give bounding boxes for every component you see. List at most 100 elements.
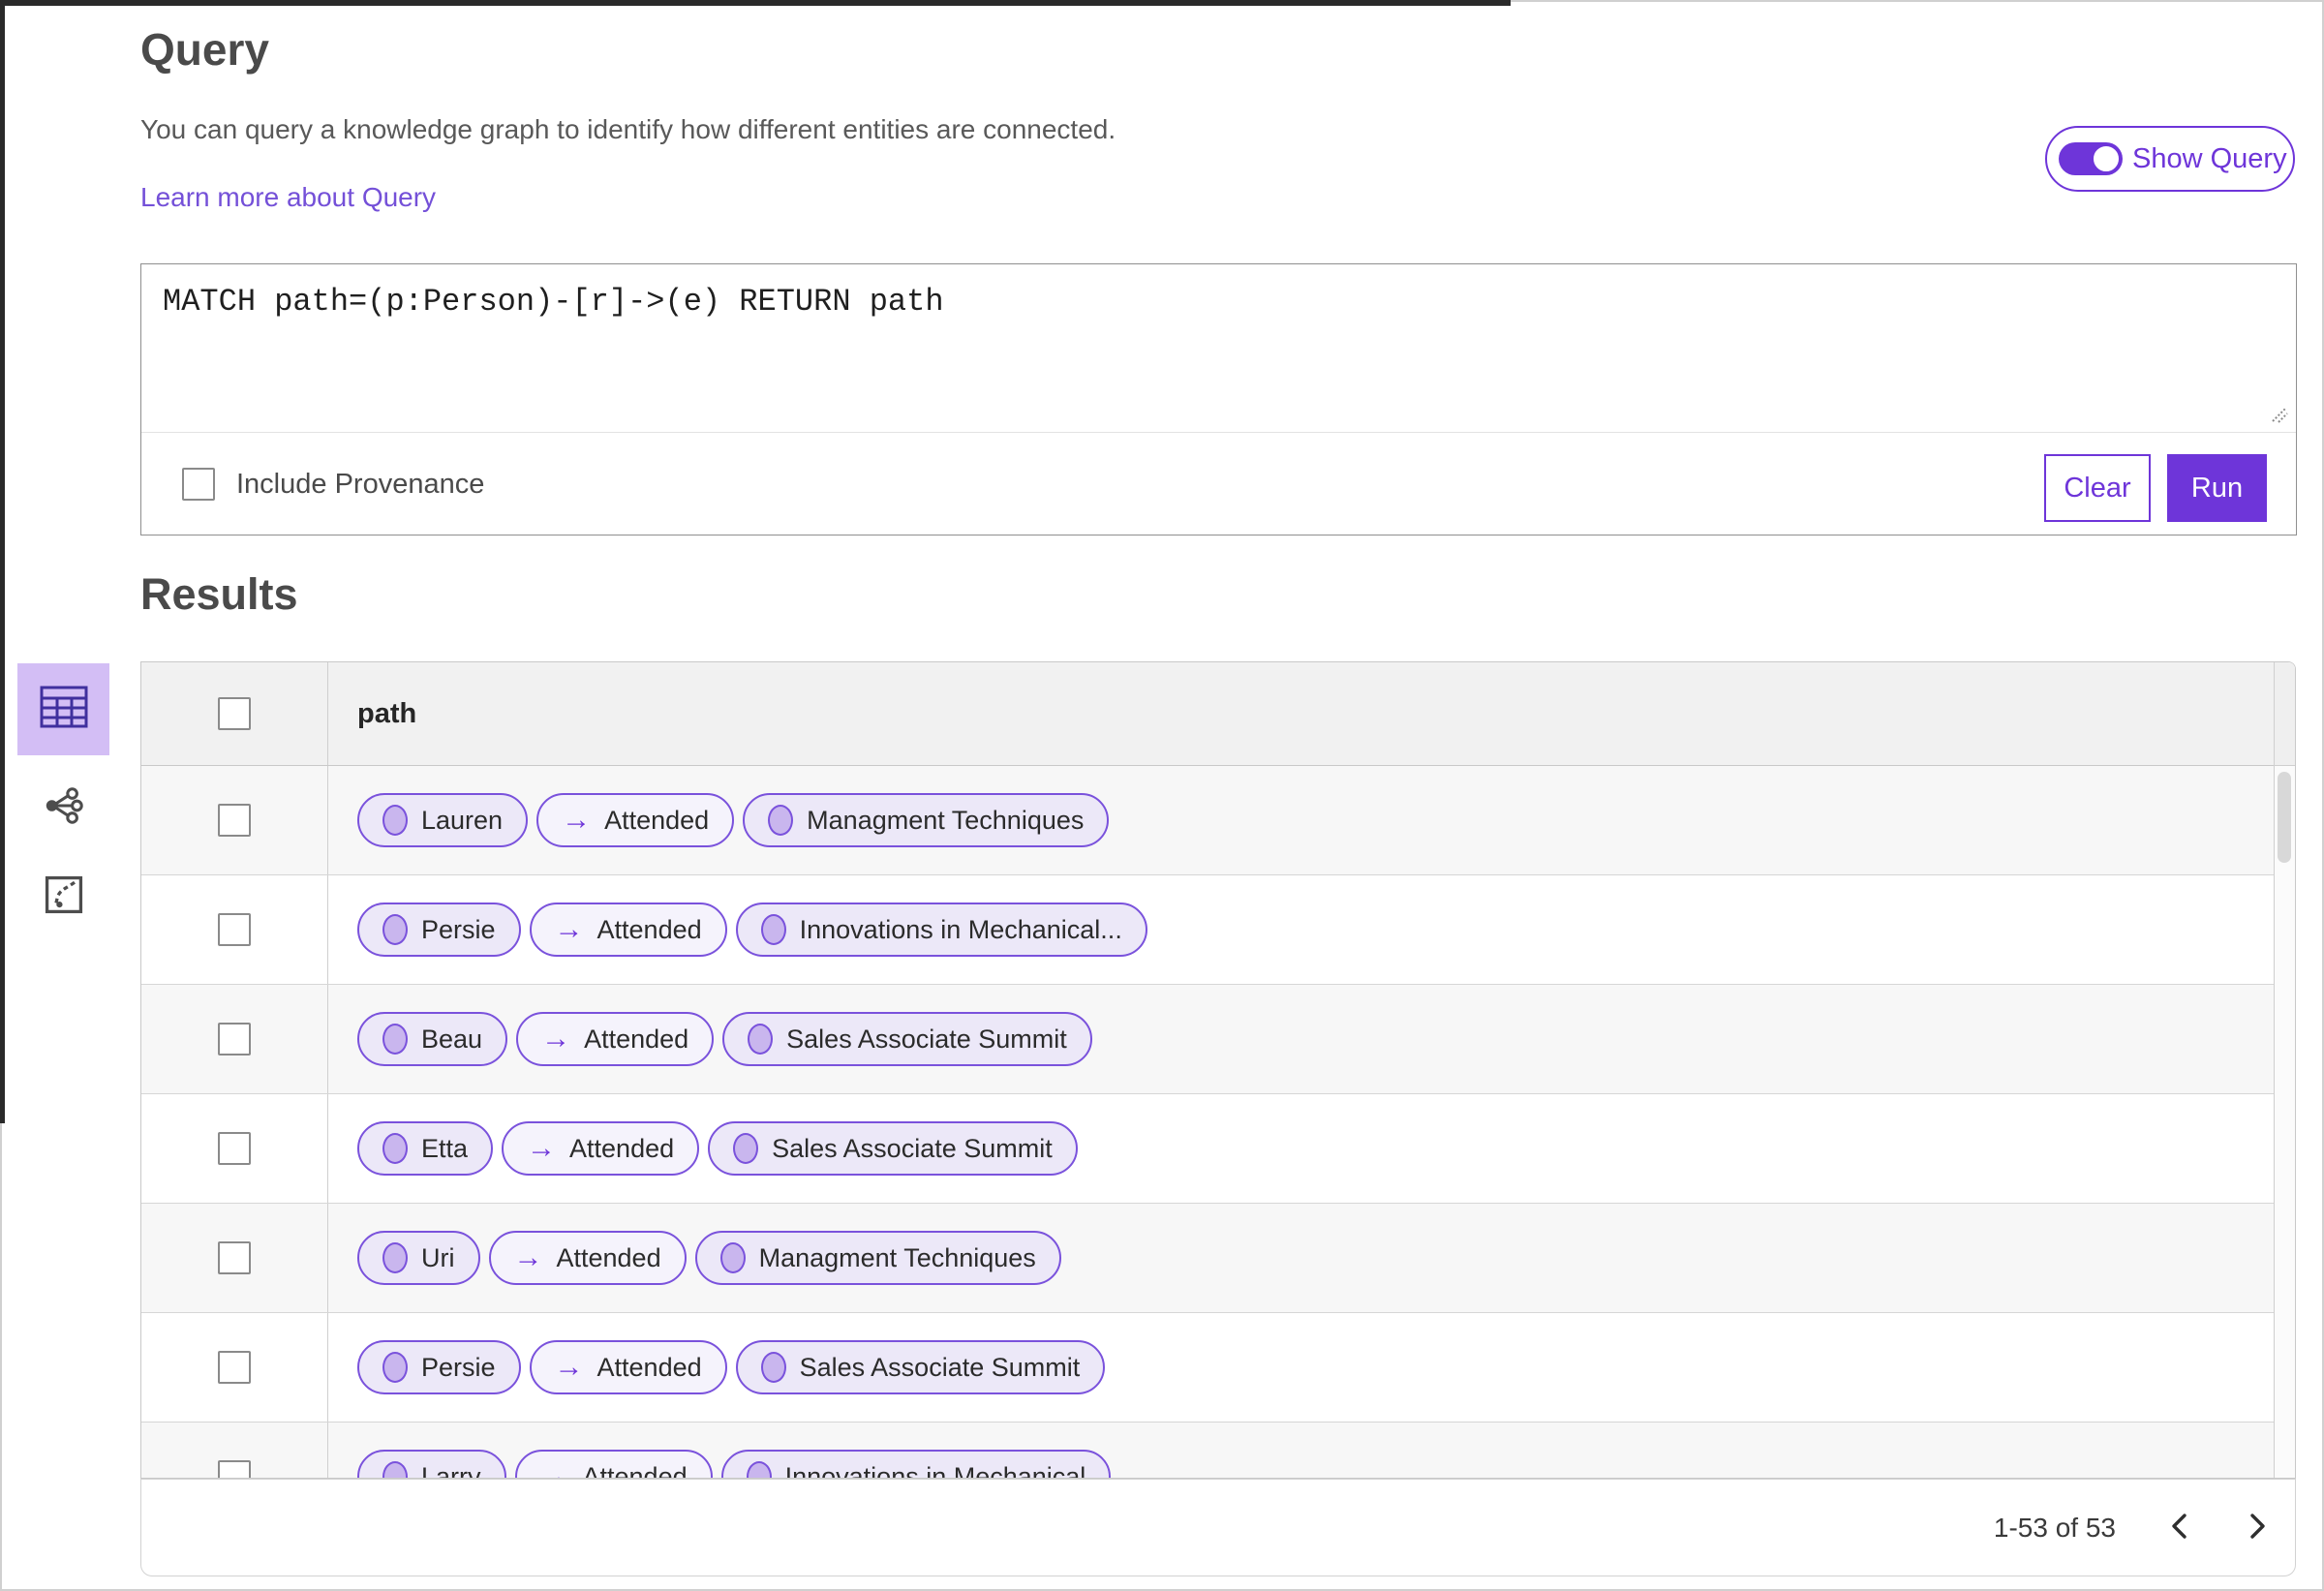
relation-pill[interactable]: → Attended: [529, 903, 727, 957]
learn-more-link[interactable]: Learn more about Query: [140, 182, 436, 213]
row-checkbox[interactable]: [218, 1132, 251, 1165]
arrow-right-icon: →: [527, 1132, 557, 1164]
row-checkbox[interactable]: [218, 804, 251, 837]
row-checkbox[interactable]: [218, 1460, 251, 1478]
entity-node-icon: [382, 1352, 408, 1383]
results-table: path Lauren → Attended Managment Techniq…: [140, 661, 2296, 1479]
table-row: Larry → Attended Innovations in Mechanic…: [141, 1423, 2295, 1479]
query-description: You can query a knowledge graph to ident…: [140, 114, 1116, 144]
show-query-label: Show Query: [2132, 142, 2287, 174]
results-title: Results: [140, 569, 298, 619]
include-provenance-checkbox[interactable]: [182, 468, 215, 501]
query-toolbar: Include Provenance Clear Run: [141, 433, 2296, 535]
screenshot-top-edge: [0, 0, 1511, 6]
entity-pill-target[interactable]: Sales Associate Summit: [722, 1012, 1092, 1066]
query-input[interactable]: MATCH path=(p:Person)-[r]->(e) RETURN pa…: [141, 264, 2296, 433]
relation-pill[interactable]: → Attended: [536, 793, 735, 847]
relation-pill[interactable]: → Attended: [502, 1121, 700, 1176]
relation-pill[interactable]: → Attended: [529, 1340, 727, 1394]
entity-node-icon: [382, 1133, 408, 1164]
entity-pill-target[interactable]: Managment Techniques: [743, 793, 1110, 847]
table-row: Beau → Attended Sales Associate Summit: [141, 985, 2295, 1094]
table-row: Persie → Attended Innovations in Mechani…: [141, 875, 2295, 985]
show-query-toggle[interactable]: Show Query: [2045, 126, 2295, 192]
entity-node-icon: [382, 805, 408, 836]
table-view-button[interactable]: [17, 663, 109, 755]
path-cell: Larry → Attended Innovations in Mechanic…: [357, 1450, 1112, 1479]
map-view-icon: [43, 873, 85, 921]
table-footer: 1-53 of 53: [140, 1479, 2296, 1576]
row-checkbox[interactable]: [218, 1023, 251, 1056]
path-cell: Persie → Attended Sales Associate Summit: [357, 1340, 1106, 1394]
relation-pill[interactable]: → Attended: [516, 1012, 715, 1066]
path-cell: Persie → Attended Innovations in Mechani…: [357, 903, 1147, 957]
scrollbar-header-cap: [2275, 662, 2295, 766]
entity-node-icon: [748, 1024, 774, 1055]
table-body: Lauren → Attended Managment Techniques P…: [141, 766, 2295, 1479]
toggle-switch-icon[interactable]: [2059, 142, 2123, 175]
entity-pill-target[interactable]: Innovations in Mechanical: [720, 1450, 1112, 1478]
resize-handle-icon[interactable]: [2269, 404, 2290, 430]
arrow-right-icon: →: [562, 804, 592, 836]
path-cell: Lauren → Attended Managment Techniques: [357, 793, 1110, 847]
table-scrollbar: [2274, 662, 2295, 1478]
clear-button[interactable]: Clear: [2044, 454, 2151, 522]
pagination-range: 1-53 of 53: [1993, 1512, 2116, 1543]
path-cell: Beau → Attended Sales Associate Summit: [357, 1012, 1092, 1066]
entity-pill-source[interactable]: Etta: [357, 1121, 494, 1176]
table-row: Uri → Attended Managment Techniques: [141, 1204, 2295, 1313]
entity-node-icon: [382, 1024, 408, 1055]
entity-node-icon: [768, 805, 794, 836]
page-title: Query: [140, 24, 269, 75]
row-checkbox[interactable]: [218, 913, 251, 946]
screenshot-left-edge: [0, 0, 5, 1123]
next-page-button[interactable]: [2235, 1505, 2279, 1549]
entity-pill-target[interactable]: Managment Techniques: [694, 1231, 1061, 1285]
map-view-button[interactable]: [39, 872, 89, 922]
entity-node-icon: [746, 1461, 772, 1478]
entity-node-icon: [382, 1461, 408, 1478]
relation-pill[interactable]: → Attended: [514, 1450, 713, 1479]
entity-pill-source[interactable]: Uri: [357, 1231, 480, 1285]
chevron-right-icon: [2245, 1512, 2270, 1544]
arrow-right-icon: →: [513, 1241, 543, 1273]
row-checkbox[interactable]: [218, 1351, 251, 1384]
entity-pill-source[interactable]: Persie: [357, 903, 521, 957]
previous-page-button[interactable]: [2157, 1505, 2202, 1549]
entity-node-icon: [719, 1242, 746, 1273]
include-provenance-label: Include Provenance: [236, 468, 485, 500]
select-all-checkbox[interactable]: [218, 697, 251, 730]
table-row: Lauren → Attended Managment Techniques: [141, 766, 2295, 875]
entity-node-icon: [760, 914, 786, 945]
entity-node-icon: [382, 914, 408, 945]
run-button[interactable]: Run: [2167, 454, 2267, 522]
path-cell: Etta → Attended Sales Associate Summit: [357, 1121, 1078, 1176]
query-panel: MATCH path=(p:Person)-[r]->(e) RETURN pa…: [140, 263, 2297, 535]
chevron-left-icon: [2167, 1512, 2192, 1544]
table-row: Persie → Attended Sales Associate Summit: [141, 1313, 2295, 1423]
row-checkbox[interactable]: [218, 1241, 251, 1274]
arrow-right-icon: →: [541, 1023, 571, 1055]
entity-node-icon: [382, 1242, 408, 1273]
entity-pill-target[interactable]: Sales Associate Summit: [708, 1121, 1078, 1176]
arrow-right-icon: →: [539, 1460, 569, 1479]
entity-pill-source[interactable]: Beau: [357, 1012, 508, 1066]
arrow-right-icon: →: [554, 1351, 584, 1383]
table-header-row: path: [141, 662, 2295, 766]
entity-pill-source[interactable]: Lauren: [357, 793, 529, 847]
scrollbar-thumb[interactable]: [2278, 772, 2291, 863]
arrow-right-icon: →: [554, 913, 584, 945]
entity-pill-source[interactable]: Larry: [357, 1450, 506, 1478]
graph-view-icon: [42, 783, 86, 833]
entity-pill-target[interactable]: Sales Associate Summit: [735, 1340, 1106, 1394]
path-cell: Uri → Attended Managment Techniques: [357, 1231, 1061, 1285]
graph-view-button[interactable]: [39, 782, 89, 833]
relation-pill[interactable]: → Attended: [488, 1231, 687, 1285]
column-header-path: path: [357, 697, 417, 729]
entity-node-icon: [760, 1352, 786, 1383]
table-view-icon: [40, 686, 88, 733]
query-page: { "query_section": { "title": "Query", "…: [0, 0, 2324, 1591]
entity-pill-target[interactable]: Innovations in Mechanical...: [735, 903, 1147, 957]
entity-node-icon: [733, 1133, 759, 1164]
entity-pill-source[interactable]: Persie: [357, 1340, 521, 1394]
